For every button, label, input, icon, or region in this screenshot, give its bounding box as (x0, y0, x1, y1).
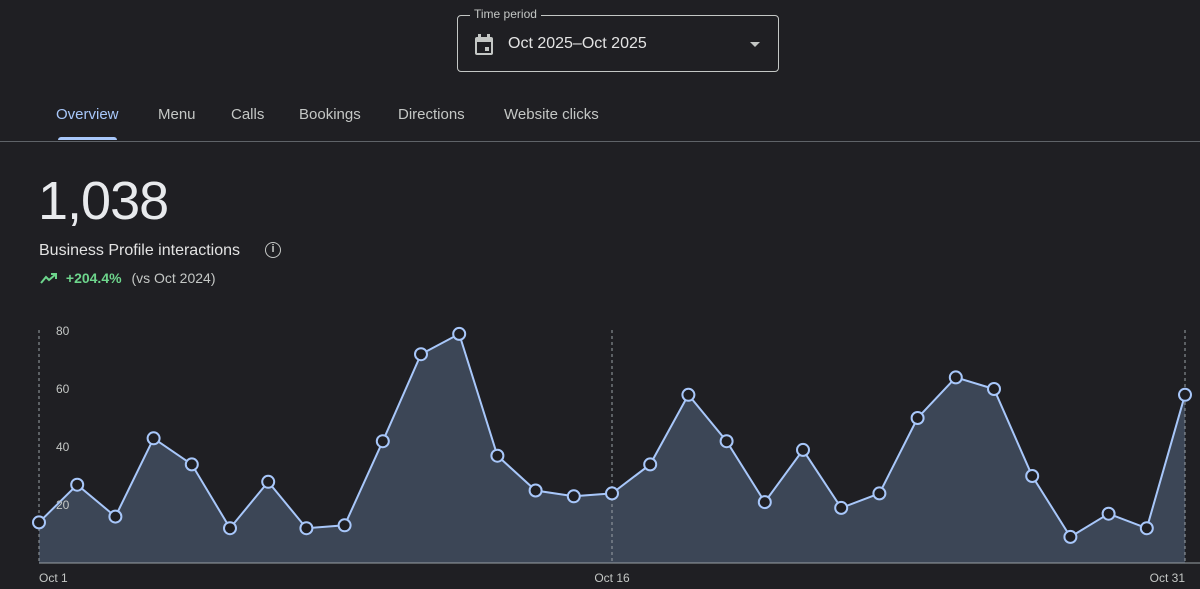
time-period-label: Time period (470, 7, 541, 21)
info-icon[interactable]: i (265, 242, 281, 258)
data-point (1063, 529, 1078, 544)
data-point (566, 489, 581, 504)
data-point (987, 382, 1001, 396)
tab-menu[interactable]: Menu (158, 106, 196, 123)
change-indicator: +204.4% (vs Oct 2024) (40, 270, 215, 286)
data-point (261, 474, 276, 489)
data-point (414, 347, 428, 362)
data-point (452, 326, 467, 341)
y-tick-label: 60 (56, 382, 70, 396)
y-tick-label: 80 (56, 324, 70, 338)
data-point (490, 448, 505, 463)
data-point (108, 509, 123, 524)
x-tick-label: Oct 1 (39, 571, 68, 585)
data-point (719, 434, 734, 449)
metric-label: Business Profile interactions (39, 242, 240, 259)
data-point (32, 515, 46, 530)
data-point (337, 518, 352, 533)
y-tick-label: 40 (56, 440, 70, 454)
data-point (146, 431, 161, 446)
y-tick-label: 20 (56, 498, 70, 512)
data-point (948, 370, 963, 385)
tab-overview[interactable]: Overview (56, 106, 119, 140)
data-point (757, 495, 772, 510)
data-point (1139, 521, 1154, 536)
data-point (223, 521, 237, 536)
data-point (375, 434, 390, 449)
data-point (910, 411, 925, 425)
total-interactions: 1,038 (38, 171, 169, 231)
interactions-chart: 20 40 60 80 Oct 1 Oct 16 Oct 31 (32, 324, 1200, 585)
data-point (796, 442, 810, 457)
data-point (184, 457, 199, 472)
tab-calls[interactable]: Calls (231, 106, 264, 123)
time-period-select[interactable]: Time period Oct 2025–Oct 2025 (457, 7, 779, 72)
data-point (1101, 506, 1116, 521)
calendar-icon (475, 34, 493, 55)
time-period-value: Oct 2025–Oct 2025 (508, 35, 647, 52)
tab-bookings[interactable]: Bookings (299, 106, 361, 123)
comparison-label: (vs Oct 2024) (131, 270, 216, 286)
change-percent: +204.4% (65, 270, 122, 286)
data-point (643, 457, 658, 472)
dropdown-arrow-icon (750, 42, 760, 47)
x-tick-label: Oct 16 (594, 571, 630, 585)
data-point (528, 483, 543, 498)
data-point (681, 387, 696, 402)
data-point (834, 500, 849, 515)
data-point (605, 486, 619, 501)
tab-bar: Overview Menu Calls Bookings Directions … (0, 90, 1200, 142)
trending-up-icon (40, 273, 57, 284)
tab-website-clicks[interactable]: Website clicks (504, 106, 599, 123)
data-point (872, 486, 887, 501)
data-point (299, 521, 314, 536)
data-point (1178, 387, 1192, 402)
tab-directions[interactable]: Directions (398, 106, 465, 123)
data-point (1025, 469, 1040, 483)
data-point (70, 477, 85, 492)
x-tick-label: Oct 31 (1150, 571, 1186, 585)
